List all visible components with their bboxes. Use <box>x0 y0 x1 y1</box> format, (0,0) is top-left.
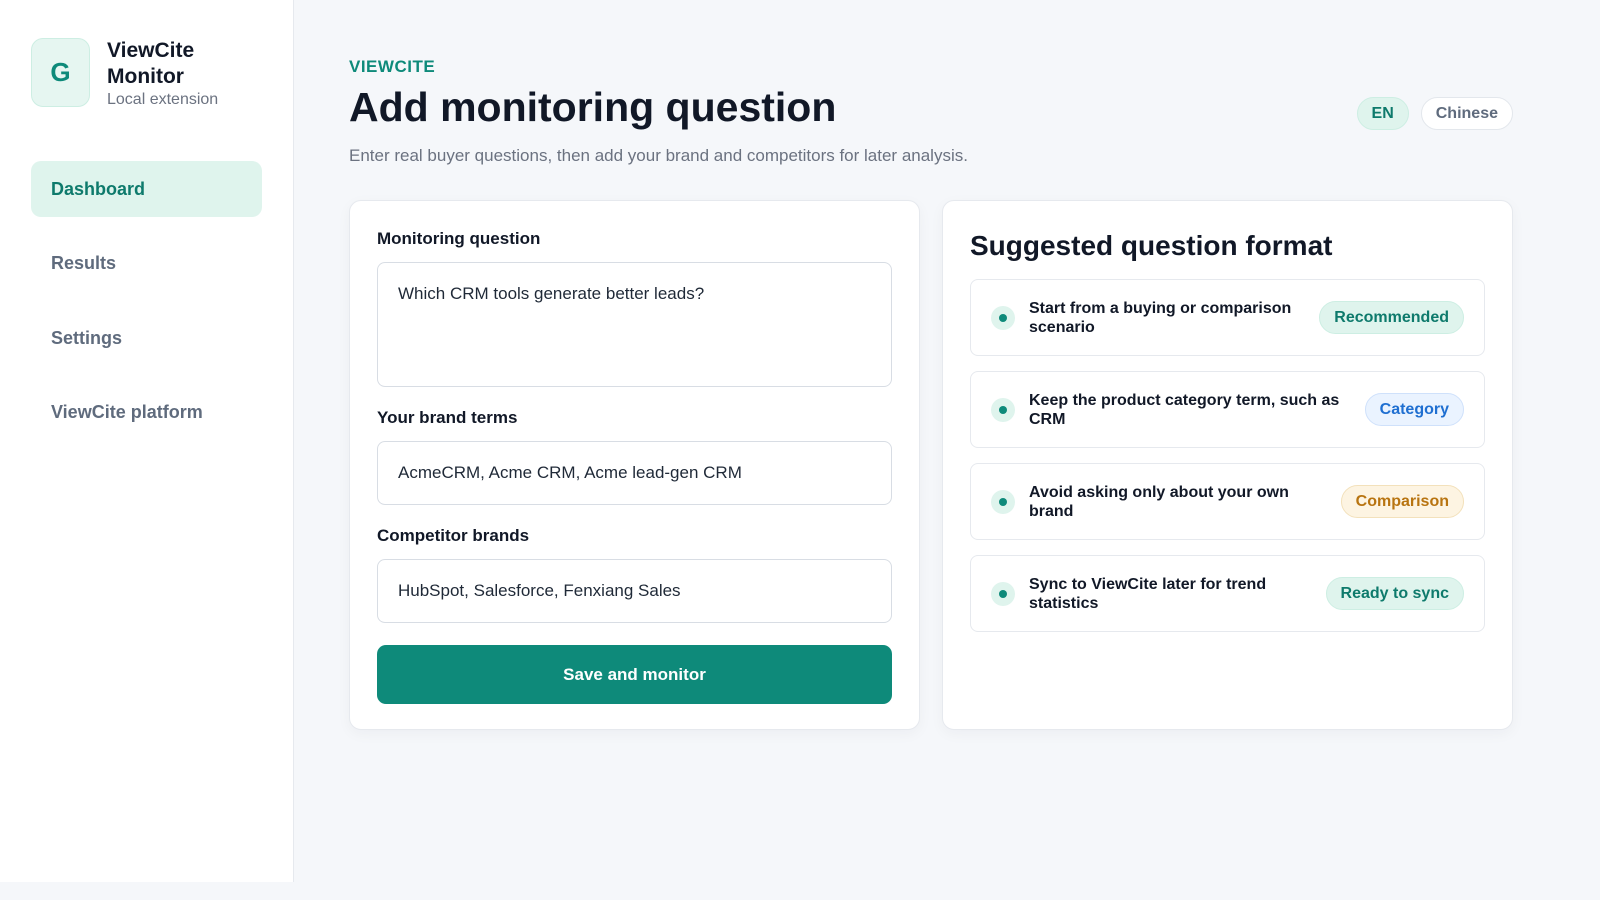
dot-icon <box>991 397 1015 422</box>
dot-icon <box>991 305 1015 330</box>
suggestion-item: Avoid asking only about your own brand C… <box>970 463 1485 540</box>
recommended-badge: Recommended <box>1319 301 1464 334</box>
page-subtitle: Enter real buyer questions, then add you… <box>349 146 968 165</box>
suggestion-text: Start from a buying or comparison scenar… <box>1029 299 1292 336</box>
suggestion-item: Start from a buying or comparison scenar… <box>970 279 1485 356</box>
suggestion-text: Avoid asking only about your own brand <box>1029 483 1289 520</box>
eyebrow: VIEWCITE <box>349 57 436 76</box>
suggestion-item: Sync to ViewCite later for trend statist… <box>970 555 1485 632</box>
competitor-brands-input[interactable]: HubSpot, Salesforce, Fenxiang Sales <box>377 559 892 623</box>
app-logo: G <box>31 38 90 107</box>
language-switch: EN Chinese <box>1356 97 1513 130</box>
dot-icon <box>991 581 1015 606</box>
dot-icon <box>991 489 1015 514</box>
question-label: Monitoring question <box>377 229 541 248</box>
app-name: ViewCite Monitor <box>107 39 195 88</box>
suggestion-item: Keep the product category term, such as … <box>970 371 1485 448</box>
suggestions-card: Suggested question format Start from a b… <box>942 200 1513 730</box>
competitor-brands-label: Competitor brands <box>377 526 530 545</box>
brand-terms-label: Your brand terms <box>377 408 518 427</box>
sidebar-item-dashboard[interactable]: Dashboard <box>31 161 262 217</box>
page-title: Add monitoring question <box>349 84 837 130</box>
language-chinese-button[interactable]: Chinese <box>1420 97 1513 130</box>
save-and-monitor-button[interactable]: Save and monitor <box>377 645 892 704</box>
suggestion-list: Start from a buying or comparison scenar… <box>970 279 1485 632</box>
sidebar-item-results[interactable]: Results <box>31 236 262 292</box>
suggestion-text: Keep the product category term, such as … <box>1029 391 1340 428</box>
ready-to-sync-badge: Ready to sync <box>1325 577 1464 610</box>
sidebar-item-settings[interactable]: Settings <box>31 310 262 366</box>
question-form-card: Monitoring question Which CRM tools gene… <box>349 200 920 730</box>
question-textarea[interactable]: Which CRM tools generate better leads? <box>377 262 892 387</box>
sidebar: G ViewCite Monitor Local extension Dashb… <box>0 0 294 882</box>
suggestion-text: Sync to ViewCite later for trend statist… <box>1029 575 1267 612</box>
comparison-badge: Comparison <box>1340 485 1464 518</box>
language-en-button[interactable]: EN <box>1356 97 1409 130</box>
sidebar-item-viewcite-platform[interactable]: ViewCite platform <box>31 385 262 441</box>
suggestions-title: Suggested question format <box>970 230 1333 261</box>
brand-terms-input[interactable]: AcmeCRM, Acme CRM, Acme lead-gen CRM <box>377 441 892 505</box>
category-badge: Category <box>1364 393 1464 426</box>
brand-text: ViewCite Monitor Local extension <box>107 38 237 110</box>
app-subtitle: Local extension <box>107 91 219 108</box>
brand: G ViewCite Monitor Local extension <box>31 38 237 110</box>
sidebar-nav: Dashboard Results Settings ViewCite plat… <box>31 161 262 459</box>
